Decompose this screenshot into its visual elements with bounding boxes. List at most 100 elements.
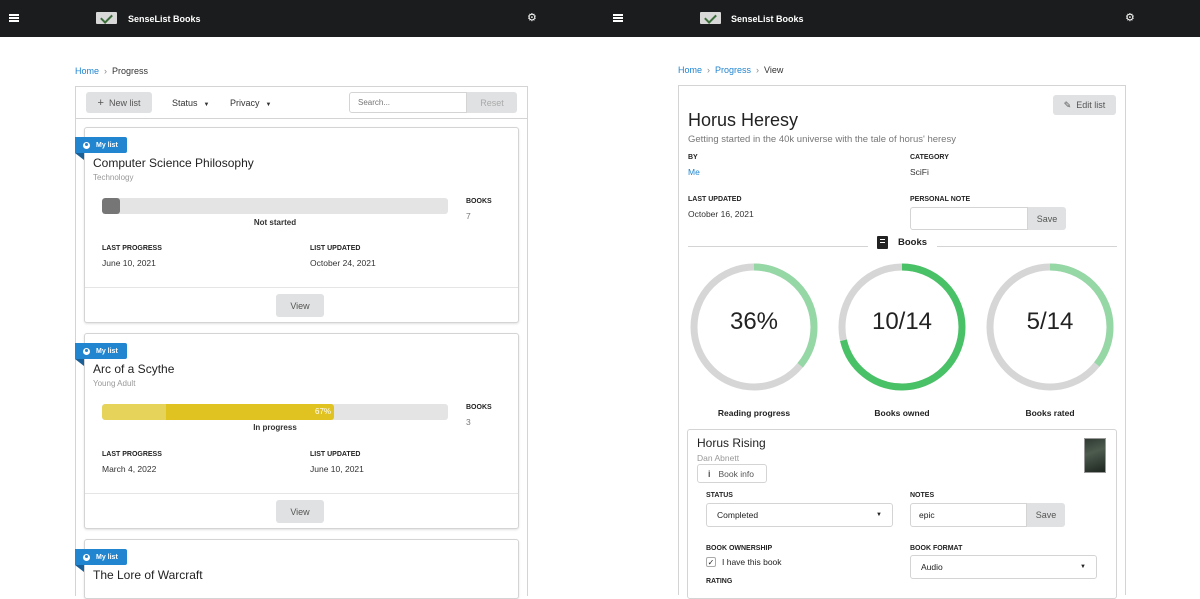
reading-progress-label: Reading progress xyxy=(717,408,791,418)
books-owned-label: Books owned xyxy=(874,408,930,418)
personal-note-input[interactable] xyxy=(910,207,1028,230)
caret-down-icon: ▼ xyxy=(1080,564,1086,570)
view-button[interactable]: View xyxy=(276,500,324,523)
brand-name: SenseList Books xyxy=(128,14,201,24)
reading-progress-value: 36% xyxy=(729,308,779,335)
card-divider xyxy=(85,287,518,288)
top-bar-left: SenseList Books ⚙ xyxy=(0,0,604,37)
brand-name: SenseList Books xyxy=(731,14,804,24)
last-progress-date: March 4, 2022 xyxy=(102,464,157,474)
list-title[interactable]: Computer Science Philosophy xyxy=(93,156,254,170)
divider xyxy=(688,246,868,247)
user-icon xyxy=(83,553,90,561)
new-list-button[interactable]: + New list xyxy=(86,92,152,113)
list-card: My list Arc of a Scythe Young Adult 67% … xyxy=(75,333,519,529)
breadcrumb-home[interactable]: Home xyxy=(678,65,702,75)
list-updated-date: June 10, 2021 xyxy=(310,464,364,474)
category-value: SciFi xyxy=(910,167,929,177)
list-detail-panel: ✎ Edit list Horus Heresy Getting started … xyxy=(678,85,1126,599)
progress-percent: 67% xyxy=(315,407,332,416)
my-list-ribbon: My list xyxy=(75,343,127,366)
my-list-ribbon: My list xyxy=(75,137,127,160)
list-card: My list The Lore of Warcraft xyxy=(75,539,519,599)
breadcrumb: Home › Progress › View xyxy=(678,65,783,75)
lists-panel: + New list Status ▼ Privacy ▼ Reset My list… xyxy=(75,86,528,599)
breadcrumb-home[interactable]: Home xyxy=(75,66,99,76)
list-updated-label: LIST UPDATED xyxy=(310,451,361,458)
privacy-dropdown-label: Privacy xyxy=(230,98,260,108)
breadcrumb-current: View xyxy=(764,65,784,75)
books-section-header: Books xyxy=(877,236,927,249)
books-label: BOOKS xyxy=(466,198,492,205)
search-input[interactable] xyxy=(349,92,467,113)
book-card: Horus Rising Dan Abnett i Book info STATU… xyxy=(687,429,1117,599)
ribbon-label: My list xyxy=(96,347,118,355)
edit-list-button[interactable]: ✎ Edit list xyxy=(1053,95,1116,115)
top-bar-right: SenseList Books ⚙ xyxy=(604,0,1200,37)
status-select[interactable]: Completed ▼ xyxy=(706,503,893,527)
caret-down-icon: ▼ xyxy=(265,102,272,108)
plus-icon: + xyxy=(97,96,104,109)
format-label: BOOK FORMAT xyxy=(910,545,963,552)
owned-checkbox[interactable]: ✓ xyxy=(706,557,716,567)
book-icon xyxy=(877,236,888,249)
book-cover xyxy=(1084,438,1106,473)
card-divider xyxy=(85,493,518,494)
list-description: Getting started in the 40k universe with… xyxy=(688,134,956,145)
list-category: Young Adult xyxy=(93,379,136,388)
book-info-button[interactable]: i Book info xyxy=(697,464,767,483)
progress-fill xyxy=(102,198,120,214)
owned-checkbox-label[interactable]: I have this book xyxy=(722,557,782,567)
last-progress-label: LAST PROGRESS xyxy=(102,451,162,458)
save-note-button[interactable]: Save xyxy=(1028,207,1066,230)
breadcrumb-progress[interactable]: Progress xyxy=(715,65,751,75)
logo-icon xyxy=(700,12,721,24)
list-title[interactable]: The Lore of Warcraft xyxy=(93,568,203,582)
books-label: BOOKS xyxy=(466,404,492,411)
notes-input[interactable]: epic xyxy=(910,503,1027,527)
status-value: Completed xyxy=(717,510,759,520)
books-rated-value: 5/14 xyxy=(1026,308,1074,335)
list-category: Technology xyxy=(93,173,134,182)
gear-icon[interactable]: ⚙ xyxy=(527,13,537,24)
progress-bar: 67% xyxy=(102,404,448,420)
reset-button[interactable]: Reset xyxy=(467,92,517,113)
view-button[interactable]: View xyxy=(276,294,324,317)
chevron-right-icon: › xyxy=(756,65,760,75)
menu-icon[interactable] xyxy=(613,14,623,22)
caret-down-icon: ▼ xyxy=(876,512,882,518)
format-select[interactable]: Audio ▼ xyxy=(910,555,1097,579)
logo-icon xyxy=(96,12,117,24)
books-owned-value: 10/14 xyxy=(871,308,933,335)
progress-status: Not started xyxy=(253,218,297,227)
books-count: 7 xyxy=(466,211,471,221)
progress-status: In progress xyxy=(253,423,297,432)
my-list-ribbon: My list xyxy=(75,549,127,572)
status-label: STATUS xyxy=(706,492,733,499)
last-updated-date: October 16, 2021 xyxy=(688,209,754,219)
personal-note-label: PERSONAL NOTE xyxy=(910,196,971,203)
list-title[interactable]: Arc of a Scythe xyxy=(93,362,174,376)
menu-icon[interactable] xyxy=(9,14,19,22)
list-title: Horus Heresy xyxy=(688,110,799,130)
books-section-title: Books xyxy=(898,237,928,248)
last-updated-label: LAST UPDATED xyxy=(688,196,742,203)
author-link[interactable]: Me xyxy=(688,167,700,177)
breadcrumb-current: Progress xyxy=(112,66,149,76)
chevron-right-icon: › xyxy=(104,66,108,76)
notes-label: NOTES xyxy=(910,492,935,499)
last-progress-label: LAST PROGRESS xyxy=(102,245,162,252)
books-count: 3 xyxy=(466,417,471,427)
book-title[interactable]: Horus Rising xyxy=(697,436,766,450)
edit-list-label: Edit list xyxy=(1076,100,1106,110)
list-updated-label: LIST UPDATED xyxy=(310,245,361,252)
save-notes-button[interactable]: Save xyxy=(1027,503,1065,527)
progress-bar xyxy=(102,198,448,214)
gear-icon[interactable]: ⚙ xyxy=(1125,13,1135,24)
chevron-right-icon: › xyxy=(707,65,711,75)
check-icon: ✓ xyxy=(707,558,715,567)
user-icon xyxy=(83,347,90,355)
ribbon-label: My list xyxy=(96,553,118,561)
privacy-dropdown[interactable]: Privacy ▼ xyxy=(230,98,271,108)
status-dropdown[interactable]: Status ▼ xyxy=(172,98,209,108)
